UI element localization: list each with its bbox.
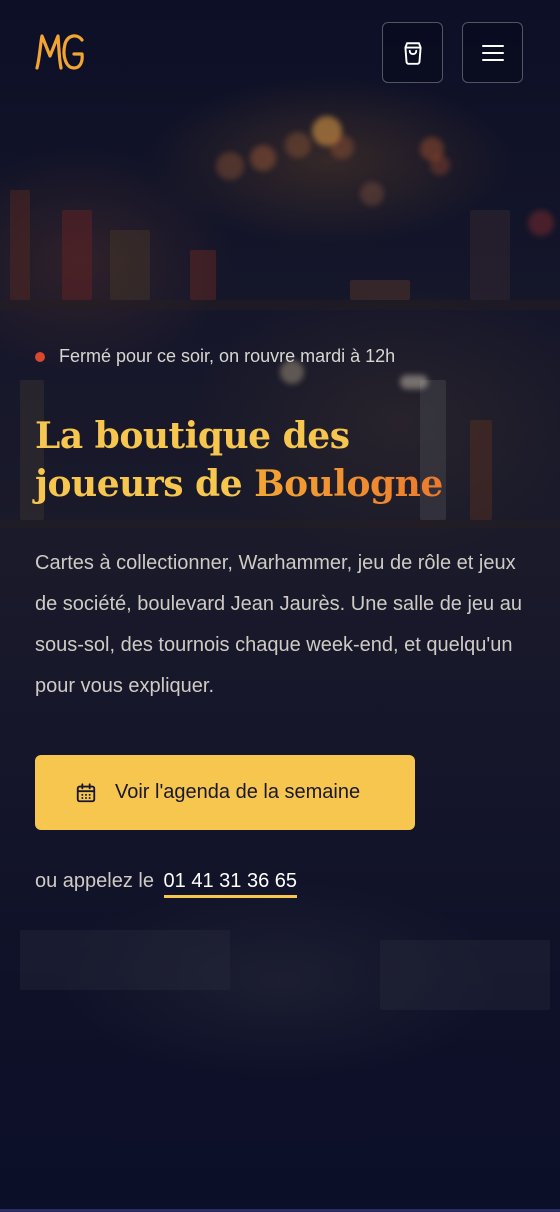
brand-logo[interactable] bbox=[34, 30, 86, 74]
bokeh-light bbox=[430, 155, 450, 175]
phone-link[interactable]: 01 41 31 36 65 bbox=[163, 870, 298, 898]
table-decoration bbox=[380, 940, 550, 1010]
logo-mark bbox=[35, 34, 84, 70]
hamburger-menu-icon bbox=[481, 44, 504, 61]
status-text: Fermé pour ce soir, on rouvre mardi à 12… bbox=[59, 346, 396, 366]
shelf-decoration bbox=[0, 520, 560, 528]
bokeh-light bbox=[250, 145, 276, 171]
bokeh-light bbox=[216, 152, 244, 180]
calendar-icon bbox=[76, 782, 96, 802]
status-dot-icon bbox=[35, 351, 45, 362]
agenda-button[interactable]: Voir l'agenda de la semaine bbox=[35, 755, 415, 830]
menu-button[interactable] bbox=[462, 22, 523, 83]
book-decoration bbox=[110, 230, 150, 300]
call-prefix: ou appelez le bbox=[35, 870, 154, 892]
table-decoration bbox=[20, 930, 230, 990]
bokeh-light bbox=[400, 375, 428, 389]
opening-status: Fermé pour ce soir, on rouvre mardi à 12… bbox=[35, 346, 395, 367]
book-decoration bbox=[470, 210, 510, 300]
hero-title: La boutique des joueurs de Boulogne bbox=[35, 412, 535, 508]
shelf-decoration bbox=[0, 300, 560, 310]
book-decoration bbox=[62, 210, 92, 300]
book-decoration bbox=[350, 280, 410, 300]
hero-title-line1: La boutique des bbox=[35, 415, 350, 457]
cart-button[interactable] bbox=[382, 22, 443, 83]
call-line: ou appelez le 01 41 31 36 65 bbox=[35, 870, 298, 898]
book-decoration bbox=[190, 250, 216, 300]
hero-title-highlight: Boulogne bbox=[254, 463, 443, 505]
bokeh-light bbox=[330, 135, 354, 159]
bokeh-light bbox=[285, 132, 311, 158]
agenda-button-label: Voir l'agenda de la semaine bbox=[115, 781, 361, 803]
bokeh-light bbox=[528, 210, 554, 236]
shopping-bag-icon bbox=[403, 41, 422, 65]
bokeh-light bbox=[360, 182, 384, 206]
hero-intro: Cartes à collectionner, Warhammer, jeu d… bbox=[35, 552, 522, 697]
hero-title-line2-part1: joueurs de bbox=[35, 463, 255, 505]
book-decoration bbox=[10, 190, 30, 300]
